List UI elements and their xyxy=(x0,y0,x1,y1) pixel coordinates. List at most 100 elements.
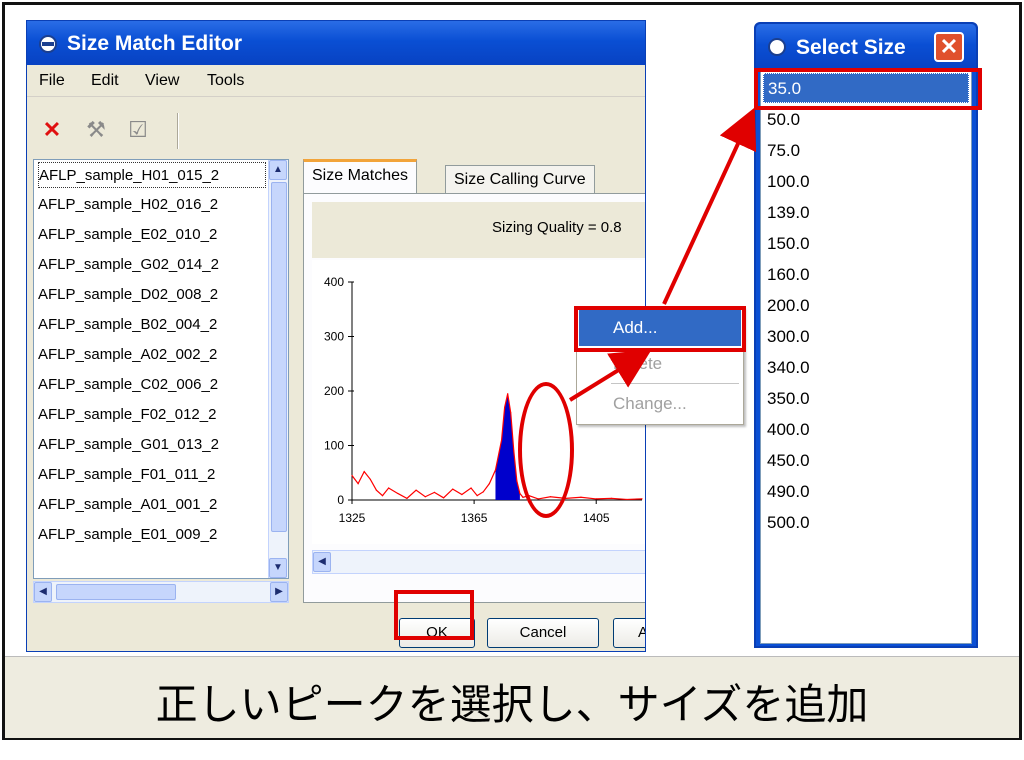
data-point xyxy=(595,498,597,500)
chevron-right-icon[interactable]: ▶ xyxy=(270,582,288,602)
tab-strip: Size Matches Size Calling Curve xyxy=(303,159,645,195)
data-point xyxy=(476,495,478,497)
x-tick-label: 1365 xyxy=(461,511,488,525)
window-title: Size Match Editor xyxy=(67,32,243,55)
list-horizontal-scrollbar[interactable]: ◀ ▶ xyxy=(33,581,289,603)
list-item[interactable]: AFLP_sample_G01_013_2 xyxy=(38,432,266,458)
data-point xyxy=(470,487,472,489)
data-point xyxy=(375,489,378,491)
menu-item-change[interactable]: Change... xyxy=(579,386,741,422)
data-point xyxy=(516,480,518,482)
toolbar-separator xyxy=(177,113,179,149)
data-point xyxy=(415,489,417,491)
list-item[interactable]: AFLP_sample_E02_010_2 xyxy=(38,222,266,248)
edit-match-icon[interactable]: ⚒ xyxy=(83,117,109,143)
button-bar: OK Cancel A xyxy=(27,607,645,651)
title-bar[interactable]: Select Size ✕ xyxy=(756,24,976,70)
data-point xyxy=(424,496,426,498)
list-item[interactable]: AFLP_sample_E01_009_2 xyxy=(38,522,266,548)
list-item[interactable]: AFLP_sample_H01_015_2 xyxy=(38,162,266,188)
data-point xyxy=(351,474,353,477)
tab-size-calling-curve[interactable]: Size Calling Curve xyxy=(445,165,595,195)
list-item[interactable]: 400.0 xyxy=(763,415,969,445)
list-item[interactable]: 490.0 xyxy=(763,477,969,507)
sample-list[interactable]: AFLP_sample_H01_015_2 AFLP_sample_H02_01… xyxy=(33,159,289,579)
chevron-left-icon[interactable]: ◀ xyxy=(313,552,331,572)
data-point xyxy=(406,497,408,499)
list-item[interactable]: AFLP_sample_H02_016_2 xyxy=(38,192,266,218)
data-point xyxy=(381,495,384,497)
menu-edit[interactable]: Edit xyxy=(91,72,119,90)
select-size-window: Select Size ✕ 35.0 50.0 75.0 100.0 139.0… xyxy=(754,22,978,648)
data-point xyxy=(641,498,643,500)
chart-horizontal-scrollbar[interactable]: ◀ xyxy=(312,550,645,574)
list-item[interactable]: AFLP_sample_F01_011_2 xyxy=(38,462,266,488)
list-item[interactable]: 450.0 xyxy=(763,446,969,476)
app-icon xyxy=(39,35,57,53)
list-item[interactable]: AFLP_sample_A02_002_2 xyxy=(38,342,266,368)
size-list[interactable]: 35.0 50.0 75.0 100.0 139.0 150.0 160.0 2… xyxy=(760,70,972,644)
x-tick-label: 1325 xyxy=(339,511,366,525)
quality-bar: Sizing Quality = 0.8 xyxy=(312,202,645,258)
menu-view[interactable]: View xyxy=(145,72,179,90)
y-tick-label: 200 xyxy=(324,384,344,398)
scroll-thumb[interactable] xyxy=(271,182,287,532)
list-item[interactable]: AFLP_sample_F02_012_2 xyxy=(38,402,266,428)
list-item[interactable]: 160.0 xyxy=(763,260,969,290)
window-title: Select Size xyxy=(796,36,906,59)
chevron-down-icon[interactable]: ▼ xyxy=(269,558,287,578)
peak-fill xyxy=(495,393,520,500)
app-icon xyxy=(768,38,786,56)
y-tick-label: 300 xyxy=(324,330,344,344)
data-point xyxy=(369,478,371,480)
apply-button[interactable]: A xyxy=(613,618,645,648)
list-item[interactable]: 200.0 xyxy=(763,291,969,321)
data-point xyxy=(452,488,454,490)
data-point xyxy=(626,498,628,501)
data-point xyxy=(610,497,613,499)
data-point xyxy=(363,471,365,473)
chevron-left-icon[interactable]: ◀ xyxy=(34,582,52,602)
check-icon[interactable]: ☑ xyxy=(125,117,151,143)
close-icon[interactable]: ✕ xyxy=(934,32,964,62)
menu-file[interactable]: File xyxy=(39,72,65,90)
list-item[interactable]: 150.0 xyxy=(763,229,969,259)
list-item[interactable]: AFLP_sample_A01_001_2 xyxy=(38,492,266,518)
menu-bar: File Edit View Tools xyxy=(27,65,645,97)
highlight-ok-button xyxy=(394,590,474,640)
list-item[interactable]: 100.0 xyxy=(763,167,969,197)
list-item[interactable]: AFLP_sample_D02_008_2 xyxy=(38,282,266,308)
list-vertical-scrollbar[interactable]: ▲ ▼ xyxy=(268,160,288,578)
list-item[interactable]: 500.0 xyxy=(763,508,969,538)
highlight-add-item xyxy=(574,306,746,352)
chevron-up-icon[interactable]: ▲ xyxy=(269,160,287,180)
data-point xyxy=(519,492,521,495)
data-point xyxy=(357,483,359,485)
tab-size-matches[interactable]: Size Matches xyxy=(303,159,418,195)
x-tick-label: 1405 xyxy=(583,511,610,525)
list-item[interactable]: 350.0 xyxy=(763,384,969,414)
data-point xyxy=(510,412,512,414)
data-point xyxy=(397,492,399,495)
data-point xyxy=(461,493,463,496)
list-item[interactable]: AFLP_sample_G02_014_2 xyxy=(38,252,266,278)
data-point xyxy=(507,393,509,395)
y-tick-label: 0 xyxy=(337,493,344,507)
title-bar[interactable]: Size Match Editor xyxy=(27,21,645,65)
list-item[interactable]: 300.0 xyxy=(763,322,969,352)
list-item[interactable]: 139.0 xyxy=(763,198,969,228)
data-point xyxy=(513,450,515,452)
toolbar: ✕ ⚒ ☑ xyxy=(27,99,645,163)
scroll-thumb[interactable] xyxy=(56,584,176,600)
data-point xyxy=(488,483,490,485)
list-item[interactable]: 75.0 xyxy=(763,136,969,166)
list-item[interactable]: AFLP_sample_C02_006_2 xyxy=(38,372,266,398)
sizing-quality: Sizing Quality = 0.8 xyxy=(492,219,622,236)
y-tick-label: 400 xyxy=(324,275,344,289)
data-point xyxy=(504,406,506,408)
cancel-button[interactable]: Cancel xyxy=(487,618,599,648)
delete-icon[interactable]: ✕ xyxy=(39,117,65,143)
list-item[interactable]: AFLP_sample_B02_004_2 xyxy=(38,312,266,338)
menu-tools[interactable]: Tools xyxy=(207,72,244,90)
list-item[interactable]: 340.0 xyxy=(763,353,969,383)
